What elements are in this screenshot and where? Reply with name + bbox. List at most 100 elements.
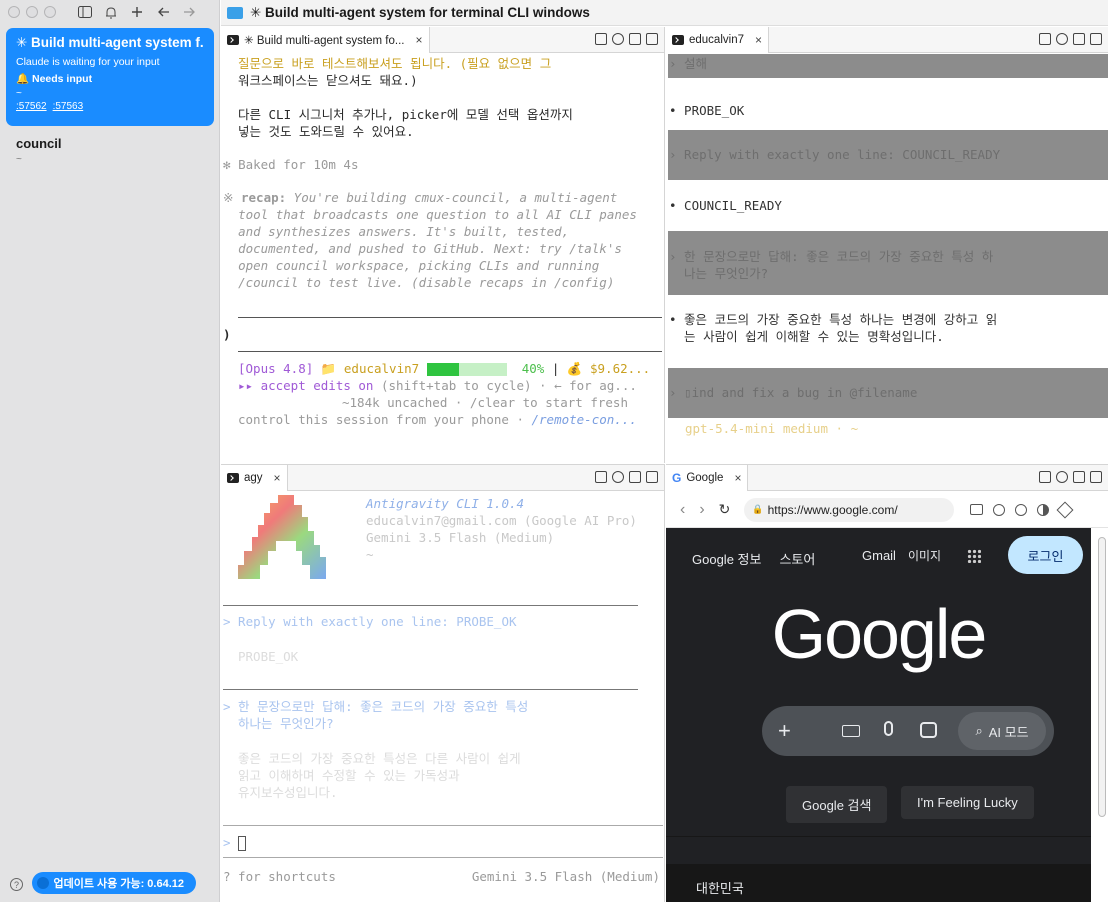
globe-icon[interactable] — [612, 471, 624, 483]
split-down-icon[interactable] — [646, 33, 658, 45]
login-button[interactable]: 로그인 — [1008, 536, 1083, 574]
status-line: [Opus 4.8] 📁 educalvin7 40% | 💰 $9.62...… — [238, 361, 651, 427]
pane-codex: educalvin7 × › 설해 • PROBE_OK › Reply wit… — [666, 27, 1108, 463]
new-terminal-icon[interactable] — [595, 33, 607, 45]
port-link[interactable]: :57563 — [53, 101, 84, 112]
back-icon[interactable]: ‹ — [680, 501, 685, 519]
split-right-icon[interactable] — [629, 33, 641, 45]
assistant-message: • PROBE_OK — [669, 103, 745, 118]
forward-icon[interactable]: › — [699, 501, 704, 519]
scrollbar[interactable] — [1098, 537, 1106, 817]
split-down-icon[interactable] — [1090, 33, 1102, 45]
sidebar-toolbar — [72, 3, 202, 21]
lens-icon[interactable] — [920, 722, 937, 738]
google-right-links: Gmail 이미지 — [862, 547, 982, 564]
user-message: › 한 문장으로만 답해: 좋은 코드의 가장 중요한 특성 하 나는 무엇인가… — [668, 231, 1108, 295]
plus-icon[interactable]: + — [778, 718, 791, 744]
close-tab-icon[interactable]: × — [734, 471, 741, 485]
pane-tabbar: educalvin7 × — [666, 27, 1108, 53]
tools-icon[interactable] — [1056, 501, 1074, 518]
zoom-window-button[interactable] — [44, 6, 56, 18]
google-header-links: Google 정보 스토어 — [692, 549, 815, 568]
google-search-button[interactable]: Google 검색 — [786, 786, 888, 823]
gmail-link[interactable]: Gmail — [862, 548, 896, 563]
tab-claude[interactable]: ✳ Build multi-agent system fo... × — [221, 27, 430, 53]
tab-label: agy — [244, 471, 263, 484]
terminal-icon — [227, 34, 239, 45]
pane-claude: ✳ Build multi-agent system fo... × 질문으로 … — [221, 27, 665, 463]
split-right-icon[interactable] — [629, 471, 641, 483]
globe-icon[interactable] — [612, 33, 624, 45]
browser-toolbar: ‹ › ↻ 🔒 https://www.google.com/ — [666, 492, 1108, 528]
split-right-icon[interactable] — [1073, 471, 1085, 483]
google-page: Google 정보 스토어 Gmail 이미지 로그인 Google + ⌕ AI… — [666, 528, 1091, 902]
footer-model: Gemini 3.5 Flash (Medium) — [471, 869, 660, 884]
pane-actions — [1039, 33, 1102, 45]
ai-mode-button[interactable]: ⌕ AI 모드 — [958, 712, 1046, 750]
bell-icon[interactable] — [98, 3, 124, 21]
share-icon[interactable] — [993, 503, 1006, 516]
apps-grid-icon[interactable] — [967, 548, 982, 563]
tab-educalvin7[interactable]: educalvin7 × — [666, 27, 769, 53]
split-right-icon[interactable] — [1073, 33, 1085, 45]
window-titlebar: ✳ Build multi-agent system for terminal … — [221, 0, 1108, 26]
tab-label: educalvin7 — [689, 33, 744, 46]
account-icon[interactable] — [1015, 503, 1028, 516]
minimize-window-button[interactable] — [26, 6, 38, 18]
remote-control-link[interactable]: /remote-con... — [532, 412, 637, 427]
new-terminal-icon[interactable] — [1039, 33, 1051, 45]
pane-actions — [1039, 471, 1102, 483]
help-icon[interactable]: ? — [10, 878, 23, 891]
prompt-input[interactable]: ) — [223, 326, 231, 343]
keyboard-icon[interactable] — [842, 725, 860, 737]
new-terminal-icon[interactable] — [1039, 471, 1051, 483]
assistant-message: • COUNCIL_READY — [669, 198, 782, 213]
pane-actions — [595, 471, 658, 483]
sidebar-toggle-icon[interactable] — [72, 3, 98, 21]
user-message: > 한 문장으로만 답해: 좋은 코드의 가장 중요한 특성 하나는 무엇인가? — [223, 699, 529, 731]
browser-actions — [970, 501, 1074, 518]
workspace-title: ✳ Build multi-agent system f... — [16, 35, 204, 50]
workspace-item-council[interactable]: council ~ — [16, 136, 62, 165]
address-bar[interactable]: 🔒 https://www.google.com/ — [744, 497, 955, 522]
needs-input-badge: 🔔 Needs input — [16, 73, 93, 85]
about-link[interactable]: Google 정보 — [692, 549, 761, 568]
globe-icon[interactable] — [1056, 33, 1068, 45]
workspace-path: ~ — [16, 88, 22, 99]
split-down-icon[interactable] — [1090, 471, 1102, 483]
split-down-icon[interactable] — [646, 471, 658, 483]
window-title: ✳ Build multi-agent system for terminal … — [250, 4, 590, 20]
tab-agy[interactable]: agy × — [221, 465, 288, 491]
prompt-input[interactable]: > — [223, 834, 247, 851]
url-text: https://www.google.com/ — [767, 502, 898, 517]
reload-icon[interactable]: ↻ — [719, 501, 731, 518]
close-tab-icon[interactable]: × — [755, 33, 762, 47]
shortcuts-hint: ? for shortcuts — [223, 869, 336, 884]
tab-google[interactable]: G Google × — [666, 465, 749, 491]
workspace-subtitle: Claude is waiting for your input — [16, 56, 160, 68]
recap-block: ※ recap: You're building cmux-council, a… — [223, 190, 637, 290]
port-link[interactable]: :57562 — [16, 101, 47, 112]
new-terminal-icon[interactable] — [595, 471, 607, 483]
images-link[interactable]: 이미지 — [908, 547, 941, 564]
contrast-icon[interactable] — [1037, 503, 1050, 516]
pane-browser: G Google × ‹ › ↻ 🔒 https://www.google.com… — [666, 464, 1108, 902]
camera-icon[interactable] — [970, 503, 984, 515]
composer-input[interactable]: › ▯ind and fix a bug in @filename — [668, 368, 1108, 418]
close-tab-icon[interactable]: × — [415, 33, 422, 47]
sidebar: ✳ Build multi-agent system f... Claude i… — [0, 0, 220, 902]
terminal-icon — [227, 472, 239, 483]
search-box[interactable]: + ⌕ AI 모드 — [762, 706, 1054, 756]
update-available-button[interactable]: 업데이트 사용 가능: 0.64.12 — [32, 872, 196, 894]
store-link[interactable]: 스토어 — [779, 549, 815, 568]
globe-icon[interactable] — [1056, 471, 1068, 483]
feeling-lucky-button[interactable]: I'm Feeling Lucky — [901, 786, 1034, 819]
back-arrow-icon[interactable] — [150, 3, 176, 21]
close-window-button[interactable] — [8, 6, 20, 18]
close-tab-icon[interactable]: × — [274, 471, 281, 485]
ai-sparkle-icon: ⌕ — [975, 723, 983, 738]
plus-icon[interactable] — [124, 3, 150, 21]
forward-arrow-icon[interactable] — [176, 3, 202, 21]
mic-icon[interactable] — [884, 721, 893, 736]
workspace-item-active[interactable]: ✳ Build multi-agent system f... Claude i… — [6, 28, 214, 126]
